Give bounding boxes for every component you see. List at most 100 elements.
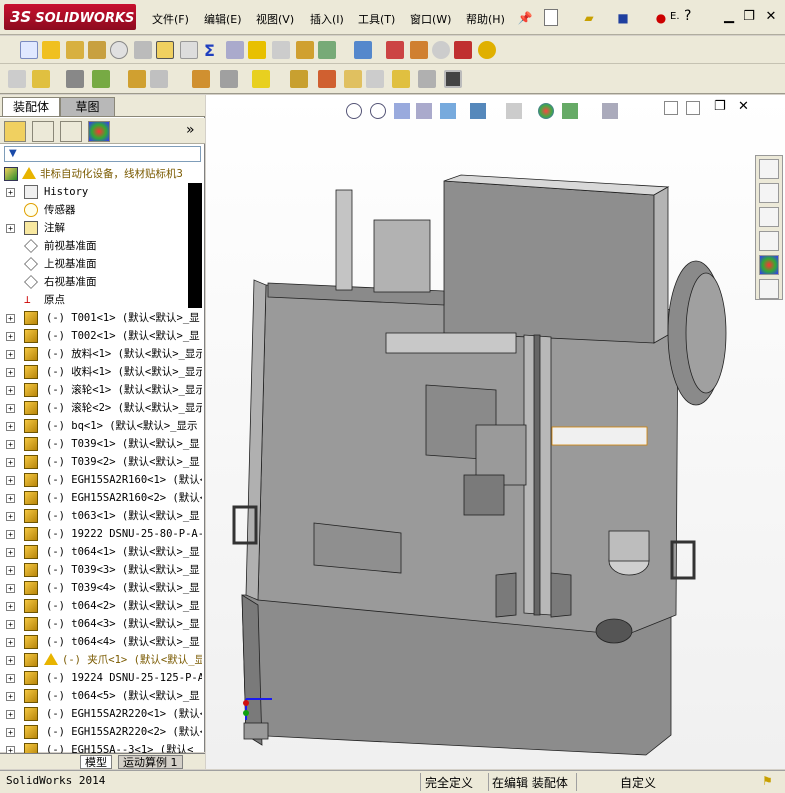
tree-component[interactable]: + (-) EGH15SA2R220<2> (默认< — [0, 723, 202, 741]
interference-icon[interactable] — [392, 70, 410, 88]
tree-component[interactable]: + (-) EGH15SA2R160<1> (默认< — [0, 471, 202, 489]
design-library-icon[interactable] — [759, 183, 779, 203]
tree-component[interactable]: + (-) t064<4> (默认<默认>_显 — [0, 633, 202, 651]
expand-icon[interactable]: + — [6, 674, 15, 683]
tree-component[interactable]: + (-) bq<1> (默认<默认>_显示 — [0, 417, 202, 435]
expand-icon[interactable]: + — [6, 404, 15, 413]
expand-icon[interactable]: + — [6, 458, 15, 467]
checkbox-icon[interactable] — [156, 41, 174, 59]
assembly-model[interactable] — [206, 95, 785, 769]
property-manager-icon[interactable] — [32, 121, 54, 142]
tree-component[interactable]: + (-) T039<2> (默认<默认>_显 — [0, 453, 202, 471]
color-icon[interactable] — [454, 41, 472, 59]
tree-component[interactable]: + (-) EGH15SA2R160<2> (默认< — [0, 489, 202, 507]
home-icon[interactable] — [759, 159, 779, 179]
more-tabs-icon[interactable]: » — [186, 122, 195, 138]
expand-icon[interactable]: + — [6, 728, 15, 737]
tree-node[interactable]: ⊥ 原点 — [0, 291, 202, 309]
tab-assembly[interactable]: 装配体 — [2, 97, 60, 116]
tree-component[interactable]: + (-) t064<1> (默认<默认>_显 — [0, 543, 202, 561]
expand-icon[interactable]: + — [6, 386, 15, 395]
tree-component[interactable]: + (-) 滚轮<1> (默认<默认>_显示 — [0, 381, 202, 399]
new-motion-icon[interactable] — [290, 70, 308, 88]
pin-icon[interactable]: 📌 — [516, 9, 534, 27]
smart-fastener-icon[interactable] — [128, 70, 146, 88]
view-palette-icon[interactable] — [759, 231, 779, 251]
tree-node[interactable]: 右视基准面 — [0, 273, 202, 291]
menu-file[interactable]: 文件(F) — [152, 11, 189, 27]
notification-icon[interactable]: ⚑ — [762, 774, 773, 788]
instant3d-icon[interactable] — [444, 70, 462, 88]
menu-view[interactable]: 视图(V) — [256, 11, 294, 27]
move-component-icon[interactable] — [150, 70, 168, 88]
expand-icon[interactable]: + — [6, 494, 15, 503]
tree-component[interactable]: + (-) T039<3> (默认<默认>_显 — [0, 561, 202, 579]
expand-icon[interactable]: + — [6, 566, 15, 575]
balance-icon[interactable] — [66, 41, 84, 59]
rebuild-icon[interactable] — [386, 41, 404, 59]
warning-icon[interactable] — [248, 41, 266, 59]
file-explorer-icon[interactable] — [759, 207, 779, 227]
expand-icon[interactable]: + — [6, 332, 15, 341]
close-icon[interactable]: ✕ — [762, 9, 780, 25]
display-manager-icon[interactable] — [88, 121, 110, 142]
spelling-icon[interactable] — [20, 41, 38, 59]
compass-icon[interactable] — [226, 41, 244, 59]
open-folder-icon[interactable]: ▰ — [580, 9, 598, 27]
filter-field[interactable]: ▼ — [4, 146, 201, 162]
explode-line-icon[interactable] — [366, 70, 384, 88]
expand-icon[interactable]: + — [6, 638, 15, 647]
solidworks-logo[interactable]: 3S SOLIDWORKS — [4, 4, 136, 30]
tree-scrollbar[interactable] — [188, 183, 202, 308]
gauge-icon[interactable] — [110, 41, 128, 59]
units-status[interactable]: 自定义 — [620, 774, 656, 791]
tab-motion-study[interactable]: 运动算例 1 — [118, 755, 183, 769]
tree-component[interactable]: + (-) t064<5> (默认<默认>_显 — [0, 687, 202, 705]
tree-component[interactable]: + (-) T002<1> (默认<默认>_显 — [0, 327, 202, 345]
tree-component[interactable]: + (-) T001<1> (默认<默认>_显 — [0, 309, 202, 327]
new-document-icon[interactable] — [544, 9, 558, 26]
tree-component[interactable]: + (-) 19222 DSNU-25-80-P-A-- — [0, 525, 202, 543]
appearances-icon[interactable] — [759, 255, 779, 275]
menu-insert[interactable]: 插入(I) — [310, 11, 344, 27]
custom-properties-icon[interactable] — [759, 279, 779, 299]
tree-component[interactable]: + (-) 19224 DSNU-25-125-P-A-- — [0, 669, 202, 687]
tree-node[interactable]: + 注解 — [0, 219, 202, 237]
menu-window[interactable]: 窗口(W) — [410, 11, 451, 27]
feature-manager-icon[interactable] — [4, 121, 26, 142]
traffic-light-icon[interactable]: ● — [652, 9, 670, 27]
reference-geometry-icon[interactable] — [252, 70, 270, 88]
expand-icon[interactable]: + — [6, 656, 15, 665]
menu-edit[interactable]: 编辑(E) — [204, 11, 242, 27]
move-icon[interactable] — [272, 41, 290, 59]
tree-component[interactable]: + (-) t064<2> (默认<默认>_显 — [0, 597, 202, 615]
expand-icon[interactable]: + — [6, 476, 15, 485]
expand-icon[interactable]: + — [6, 368, 15, 377]
tree-component[interactable]: + (-) EGH15SA2R220<1> (默认< — [0, 705, 202, 723]
expand-icon[interactable]: + — [6, 584, 15, 593]
appearance-icon[interactable] — [478, 41, 496, 59]
expand-icon[interactable]: + — [6, 620, 15, 629]
gear-icon[interactable] — [410, 41, 428, 59]
insert-component-icon[interactable] — [8, 70, 26, 88]
tab-sketch[interactable]: 草图 — [60, 97, 115, 116]
expand-icon[interactable]: + — [6, 224, 15, 233]
menu-help[interactable]: 帮助(H) — [466, 11, 505, 27]
assembly-features-icon[interactable] — [220, 70, 238, 88]
menu-tools[interactable]: 工具(T) — [358, 11, 395, 27]
sum-icon[interactable]: Σ — [204, 41, 222, 60]
disabled-icon[interactable] — [432, 41, 450, 59]
check-icon[interactable] — [180, 41, 198, 59]
tree-node[interactable]: 上视基准面 — [0, 255, 202, 273]
bill-of-materials-icon[interactable] — [318, 70, 336, 88]
component-icon[interactable] — [296, 41, 314, 59]
mate-icon[interactable] — [32, 70, 50, 88]
tab-model[interactable]: 模型 — [80, 755, 112, 769]
tree-component[interactable]: + (-) 夹爪<1> (默认<默认_显 — [0, 651, 202, 669]
tree-component[interactable]: + (-) 收料<1> (默认<默认>_显示 — [0, 363, 202, 381]
expand-icon[interactable]: + — [6, 512, 15, 521]
extra-menu-label[interactable]: E. — [670, 11, 680, 22]
tree-node[interactable]: 前视基准面 — [0, 237, 202, 255]
expand-icon[interactable]: + — [6, 710, 15, 719]
minimize-icon[interactable]: ▁ — [720, 9, 738, 25]
